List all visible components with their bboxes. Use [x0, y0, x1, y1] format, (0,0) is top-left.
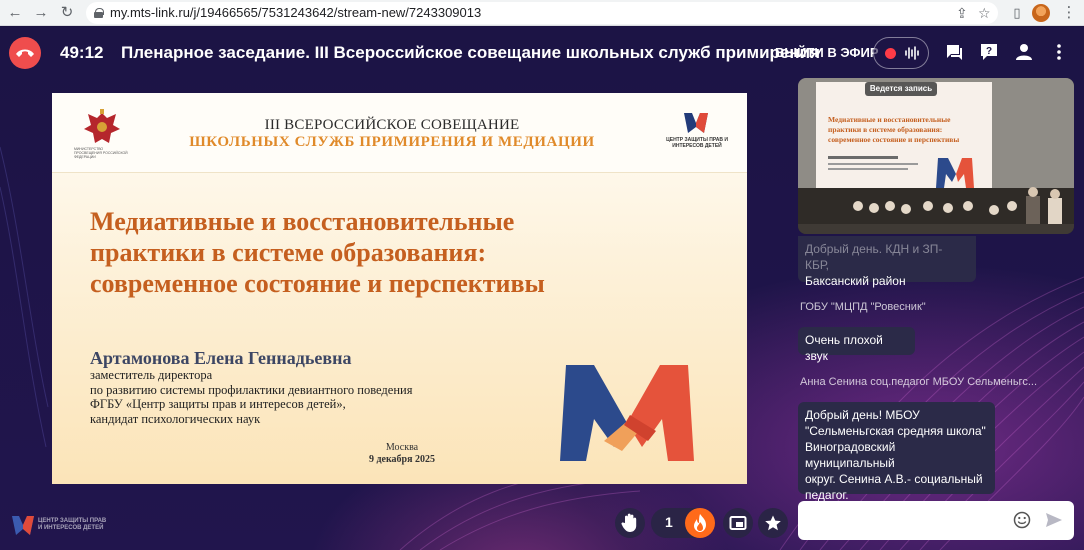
chat-icon[interactable] — [945, 43, 963, 61]
browser-menu-icon[interactable]: ⋮ — [1060, 4, 1078, 22]
speaker-position-line: ФГБУ «Центр защиты прав и интересов дете… — [90, 397, 346, 411]
slide-event-line1: III ВСЕРОССИЙСКОЕ СОВЕЩАНИЕ — [264, 117, 520, 133]
emoji-icon[interactable] — [1013, 511, 1031, 529]
speaker-position: заместитель директора по развитию систем… — [90, 368, 412, 426]
hang-up-icon — [16, 49, 34, 57]
recording-badge: Ведется запись — [865, 82, 937, 96]
slide-city: Москва — [385, 442, 419, 453]
org-logo-icon — [12, 516, 34, 535]
reaction-count: 1 — [665, 514, 673, 530]
back-icon[interactable]: ← — [6, 4, 24, 22]
chat-input-box[interactable] — [798, 501, 1074, 540]
org-caption: ЦЕНТР ЗАЩИТЫ ПРАВ И ИНТЕРЕСОВ ДЕТЕЙ — [38, 518, 107, 531]
slide-heading-line: современное состояние и перспективы — [90, 269, 545, 298]
forward-icon[interactable]: → — [32, 4, 50, 22]
chat-message-text: "Сельменьгская средняя школа" — [805, 424, 986, 438]
speaker-position-line: кандидат психологических наук — [90, 411, 261, 426]
slide-heading-line: Медиативные и восстановительные — [90, 207, 515, 236]
hand-icon — [621, 513, 637, 532]
chat-message-text: Очень плохой звук — [805, 333, 883, 363]
slide-heading-line: практики в системе образования: — [90, 238, 487, 267]
session-timer: 49:12 — [60, 43, 104, 62]
star-icon — [765, 515, 781, 531]
chat-message-text: округ. Сенина А.В.- социальный — [805, 472, 983, 486]
participants-icon[interactable] — [1015, 43, 1033, 61]
speaker-position-line: по развитию системы профилактики девиант… — [90, 382, 413, 397]
fire-reaction-button[interactable] — [685, 508, 715, 538]
chat-message: Добрый день. КДН и ЗП- КБР, Баксанский р… — [798, 236, 976, 288]
browser-toolbar: ← → ↻ my.mts-link.ru/j/19466565/75312436… — [0, 0, 1084, 26]
chat-message-input[interactable] — [808, 510, 998, 530]
chat-message-text: Баксанский район — [805, 274, 906, 288]
sidebar-icon[interactable]: ▯ — [1008, 4, 1026, 22]
chat-sender: ГОБУ "МЦПД "Ровесник" — [800, 301, 926, 313]
chat-message-text: Добрый день. КДН и ЗП- КБР, — [805, 242, 943, 272]
center-caption: ЦЕНТР ЗАЩИТЫ ПРАВ И ИНТЕРЕСОВ ДЕТЕЙ — [666, 137, 728, 149]
flame-icon — [694, 514, 706, 532]
svg-text:практики в системе образования: практики в системе образования: — [828, 125, 942, 134]
record-dot-icon — [885, 48, 896, 59]
center-logo-icon — [684, 113, 708, 133]
slide-heading: Медиативные и восстановительные практики… — [90, 206, 710, 299]
favorite-button[interactable] — [758, 508, 788, 538]
chat-message: Добрый день! МБОУ "Сельменьгская средняя… — [798, 402, 995, 502]
more-menu-icon[interactable] — [1050, 43, 1068, 61]
raise-hand-button[interactable] — [615, 508, 645, 538]
svg-text:?: ? — [986, 46, 992, 57]
reload-icon[interactable]: ↻ — [58, 4, 76, 22]
url-text: my.mts-link.ru/j/19466565/7531243642/str… — [110, 5, 482, 20]
chat-message-text: Добрый день! МБОУ — [805, 408, 920, 422]
bookmark-star-icon[interactable]: ☆ — [978, 2, 991, 24]
share-icon[interactable]: ⇪ — [956, 2, 968, 24]
recording-toggle[interactable] — [873, 37, 929, 69]
speaker-video[interactable]: Медиативные и восстановительные практики… — [798, 78, 1074, 234]
chat-sender: Анна Сенина соц.педагог МБОУ Сельменьгс.… — [800, 376, 1037, 388]
chat-message-text: Виноградовский муниципальный — [805, 440, 896, 470]
lock-icon — [94, 8, 104, 18]
event-title: Пленарное заседание. III Всероссийское с… — [121, 43, 821, 62]
reactions-control[interactable]: 1 — [651, 508, 715, 538]
profile-avatar[interactable] — [1032, 4, 1050, 22]
go-on-air-button[interactable]: ВЫЙТИ В ЭФИР — [775, 45, 879, 60]
svg-text:Медиативные и восстановительны: Медиативные и восстановительные — [828, 115, 951, 124]
pip-icon — [729, 516, 747, 530]
help-icon[interactable]: ? — [980, 43, 998, 61]
slide-location-date: Москва 9 декабря 2025 — [302, 442, 502, 466]
send-icon[interactable] — [1045, 512, 1063, 528]
svg-text:современное состояние и перспе: современное состояние и перспективы — [828, 135, 959, 144]
speaker-name: Артамонова Елена Геннадьевна — [90, 348, 352, 368]
leave-call-button[interactable] — [9, 37, 41, 69]
slide-event-line2: ШКОЛЬНЫХ СЛУЖБ ПРИМИРЕНИЯ И МЕДИАЦИИ — [189, 134, 595, 150]
audio-wave-icon — [905, 46, 919, 60]
speaker-position-line: заместитель директора — [90, 368, 213, 382]
slide-date: 9 декабря 2025 — [368, 454, 436, 465]
chat-message: Очень плохой звук — [798, 327, 915, 363]
address-bar[interactable]: my.mts-link.ru/j/19466565/7531243642/str… — [86, 2, 998, 24]
picture-in-picture-button[interactable] — [723, 508, 753, 538]
presentation-slide: МИНИСТЕРСТВО ПРОСВЕЩЕНИЯ РОССИЙСКОЙ ФЕДЕ… — [52, 93, 747, 484]
handshake-logo-icon — [560, 365, 694, 461]
